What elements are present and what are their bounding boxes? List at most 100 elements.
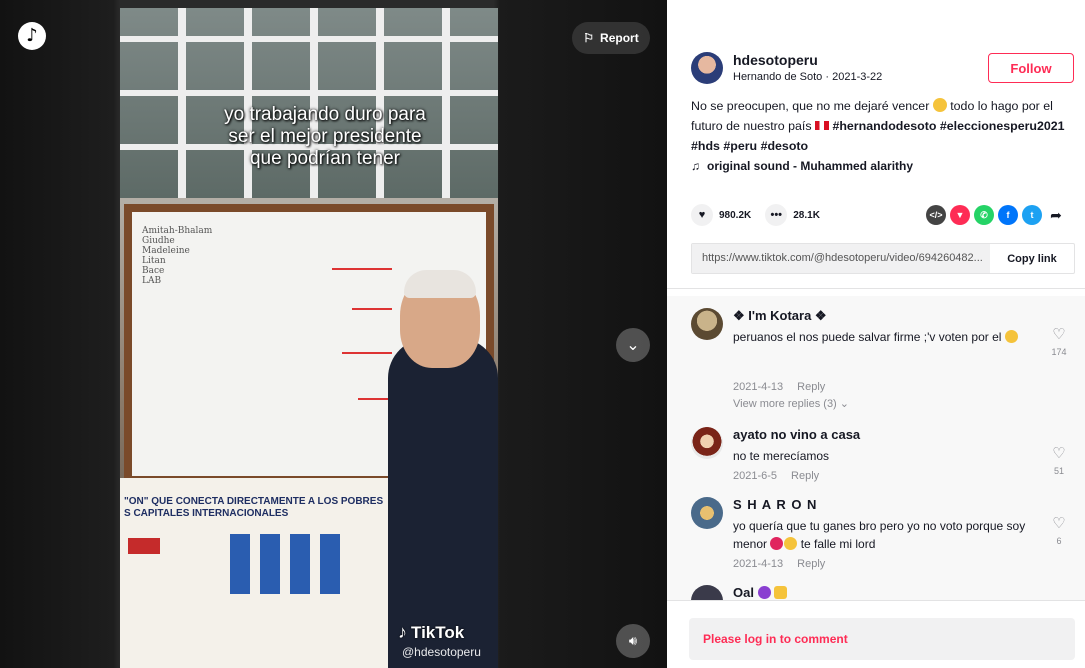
poster-heading-line: "ON" QUE CONECTA DIRECTAMENTE A LOS POBR… [124, 496, 384, 507]
next-video-button[interactable]: ⌄ [616, 328, 650, 362]
sad-face-emoji-icon [784, 537, 798, 550]
comment-item: Oal [691, 585, 1071, 600]
comment-meta: 2021-6-5 Reply [733, 470, 819, 482]
like-button[interactable]: ♥ 980.2K [691, 204, 751, 226]
commenter-avatar[interactable] [691, 308, 723, 340]
facebook-icon[interactable]: f [998, 205, 1018, 225]
heart-outline-icon: ♡ [1052, 445, 1066, 462]
flag-icon: ⚐ [583, 31, 595, 45]
video-poster: "ON" QUE CONECTA DIRECTAMENTE A LOS POBR… [120, 478, 420, 668]
chevron-down-icon: ⌄ [839, 398, 850, 410]
author-avatar[interactable] [691, 52, 723, 84]
hashtag-link[interactable]: #hernandodesoto [832, 119, 936, 133]
hashtag-link[interactable]: #peru [723, 139, 757, 153]
comment-text-content: te falle mi lord [797, 537, 876, 551]
comment-like-button[interactable]: ♡ 174 [1047, 326, 1071, 357]
reply-button[interactable]: Reply [797, 558, 825, 570]
section-divider [667, 288, 1085, 289]
wb-red-line [342, 352, 392, 354]
video-player[interactable]: Amitah-Bhalam Giudhe Madeleine Litan Bace LAB… [0, 0, 667, 668]
whatsapp-icon[interactable]: ✆ [974, 205, 994, 225]
sound-link[interactable]: ♫ original sound - Muhammed alarithy [691, 159, 913, 173]
comment-text: yo quería que tu ganes bro pero yo no vo… [733, 517, 1033, 553]
commenter-name[interactable]: Oal [733, 585, 788, 600]
heart-outline-icon: ♡ [1052, 515, 1066, 532]
watermark-handle: @hdesotoperu [402, 645, 481, 659]
copy-link-box: https://www.tiktok.com/@hdesotoperu/vide… [691, 243, 1075, 274]
pleading-emoji-icon [1004, 330, 1018, 343]
hashtag-link[interactable]: #eleccionesperu2021 [940, 119, 1065, 133]
poster-blue-box [290, 534, 310, 594]
author-display-name: Hernando de Soto [733, 71, 823, 83]
comment-date: 2021-4-13 [733, 381, 784, 393]
poster-red-box [128, 538, 160, 554]
poster-blue-box [320, 534, 340, 594]
view-more-replies-button[interactable]: View more replies (3) ⌄ [733, 397, 849, 410]
comment-text: no te merecíamos [733, 449, 830, 463]
comment-like-count: 6 [1056, 536, 1062, 546]
hashtag-link[interactable]: #desoto [761, 139, 809, 153]
tiktok-logo-icon[interactable]: ♪ [18, 22, 46, 50]
view-more-label: View more replies (3) [733, 398, 837, 410]
comment-item: S H A R O N yo quería que tu ganes bro p… [691, 497, 1071, 577]
comment-text-content: peruanos el nos puede salvar firme ;'v v… [733, 330, 1002, 344]
wb-scribble: Amitah-Bhalam Giudhe Madeleine Litan Bace LAB [142, 226, 213, 286]
speaker-icon: 🔊︎ [628, 633, 638, 648]
report-button[interactable]: ⚐ Report [572, 22, 650, 54]
follow-button[interactable]: Follow [988, 53, 1074, 83]
video-person-body [388, 338, 498, 668]
video-url-field[interactable]: https://www.tiktok.com/@hdesotoperu/vide… [692, 244, 990, 273]
comment-count: 28.1K [793, 209, 820, 221]
broken-heart-emoji-icon [770, 537, 784, 550]
comment-date: 2021-4-13 [733, 558, 784, 570]
tiktok-watermark: ♪ TikTok @hdesotoperu [398, 622, 481, 659]
comment-item: ayato no vino a casa no te merecíamos 20… [691, 427, 1071, 487]
watermark-brand-text: TikTok [411, 622, 465, 642]
comment-date: 2021-6-5 [733, 470, 778, 482]
send-to-friends-icon[interactable]: ▼ [950, 205, 970, 225]
comment-list[interactable]: ❖ I'm Kotara ❖ peruanos el nos puede sal… [667, 296, 1085, 600]
caption-line: que podrían tener [249, 148, 400, 169]
devil-emoji-icon [757, 586, 771, 599]
report-label: Report [600, 31, 639, 45]
comment-meta: 2021-4-13 Reply [733, 381, 825, 393]
twitter-icon[interactable]: t [1022, 205, 1042, 225]
video-person-hair [404, 270, 476, 298]
victory-hand-emoji-icon [774, 586, 788, 599]
poster-blue-box [230, 534, 250, 594]
copy-link-button[interactable]: Copy link [990, 244, 1074, 273]
poster-blue-box [260, 534, 280, 594]
login-to-comment-button[interactable]: Please log in to comment [689, 618, 1075, 660]
commenter-name[interactable]: ❖ I'm Kotara ❖ [733, 308, 827, 324]
comment-text: peruanos el nos puede salvar firme ;'v v… [733, 328, 1033, 346]
video-description: No se preocupen, que no me dejaré vencer… [691, 96, 1076, 156]
video-caption: yo trabajando duro para ser el mejor pre… [140, 104, 510, 170]
sound-title: original sound - Muhammed alarithy [707, 159, 914, 173]
volume-button[interactable]: 🔊︎ [616, 624, 650, 658]
comment-like-count: 174 [1051, 347, 1067, 357]
engagement-stats: ♥ 980.2K ••• 28.1K [691, 204, 820, 226]
comment-input-bar: Please log in to comment [667, 600, 1085, 668]
poster-heading-line: S CAPITALES INTERNACIONALES [124, 508, 289, 519]
reply-button[interactable]: Reply [797, 381, 825, 393]
comment-like-button[interactable]: ♡ 6 [1047, 515, 1071, 546]
hashtag-link[interactable]: #hds [691, 139, 720, 153]
author-username[interactable]: hdesotoperu [733, 52, 818, 68]
commenter-avatar[interactable] [691, 585, 723, 600]
commenter-name[interactable]: S H A R O N [733, 497, 817, 512]
tiktok-video-page: Amitah-Bhalam Giudhe Madeleine Litan Bace LAB… [0, 0, 1085, 668]
commenter-name[interactable]: ayato no vino a casa [733, 427, 860, 442]
heart-icon: ♥ [691, 204, 713, 226]
like-count: 980.2K [719, 209, 752, 221]
share-arrow-icon[interactable]: ➦ [1046, 205, 1066, 225]
tiktok-note-icon: ♪ [398, 622, 407, 642]
commenter-avatar[interactable] [691, 427, 723, 459]
heart-outline-icon: ♡ [1052, 326, 1066, 343]
author-subline: Hernando de Soto · 2021-3-22 [733, 71, 882, 83]
share-icons: </> ▼ ✆ f t ➦ [926, 205, 1066, 225]
commenter-avatar[interactable] [691, 497, 723, 529]
comment-button[interactable]: ••• 28.1K [765, 204, 820, 226]
embed-icon[interactable]: </> [926, 205, 946, 225]
comment-like-button[interactable]: ♡ 51 [1047, 445, 1071, 476]
reply-button[interactable]: Reply [791, 470, 819, 482]
